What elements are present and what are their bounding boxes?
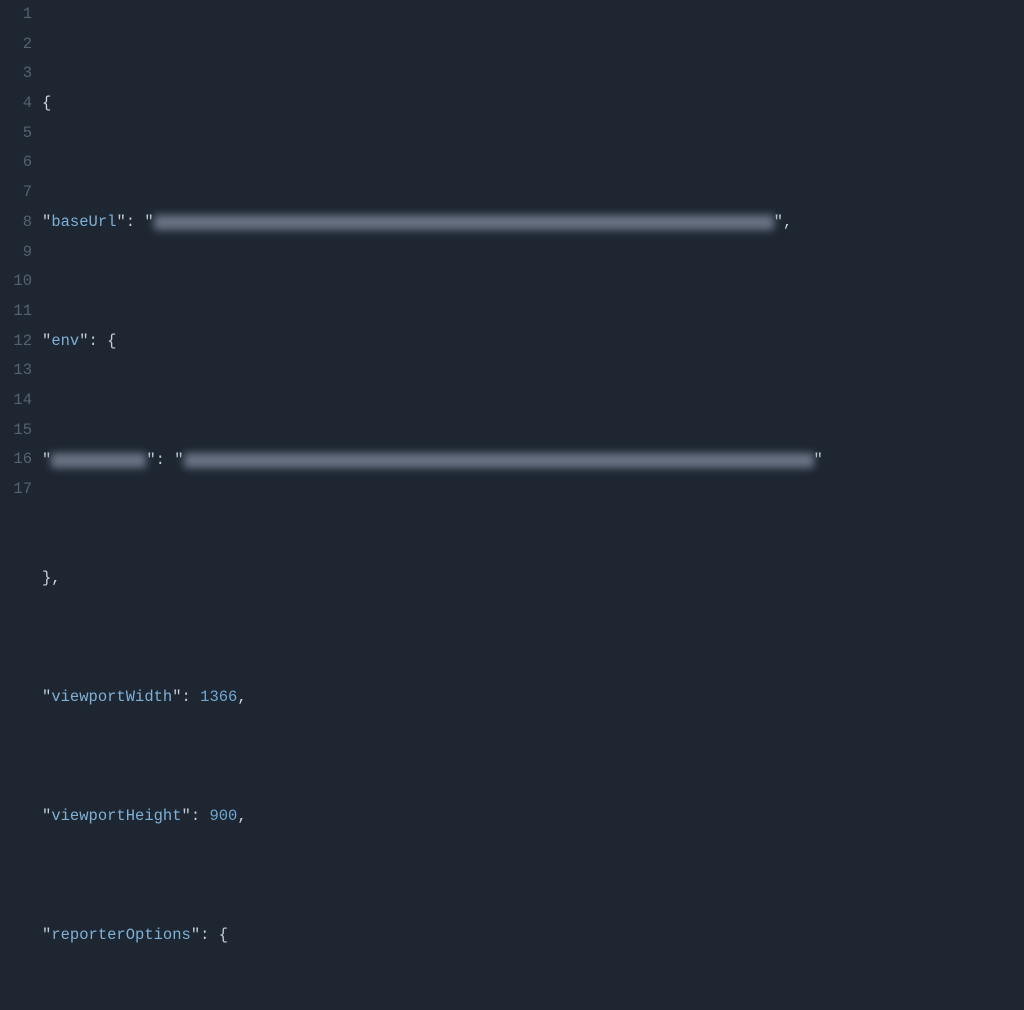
close-brace: },	[42, 564, 61, 594]
line-number: 7	[0, 178, 32, 208]
line-number: 8	[0, 208, 32, 238]
code-line: "baseUrl": "",	[42, 208, 1024, 238]
redacted-value	[154, 215, 774, 230]
line-number: 10	[0, 267, 32, 297]
line-number: 1	[0, 0, 32, 30]
code-line: "viewportHeight": 900,	[42, 802, 1024, 832]
code-line: "": ""	[42, 446, 1024, 476]
line-number: 14	[0, 386, 32, 416]
line-number: 16	[0, 445, 32, 475]
redacted-value	[184, 453, 814, 468]
line-number: 9	[0, 238, 32, 268]
open-brace: {	[42, 89, 51, 119]
code-line: "env": {	[42, 327, 1024, 357]
redacted-key	[51, 453, 146, 468]
code-editor[interactable]: 1 2 3 4 5 6 7 8 9 10 11 12 13 14 15 16 1…	[0, 0, 1024, 505]
code-line: "viewportWidth": 1366,	[42, 683, 1024, 713]
line-number: 5	[0, 119, 32, 149]
code-line: {	[42, 89, 1024, 119]
code-content[interactable]: { "baseUrl": "", "env": { "": "" }, "vie…	[42, 0, 1024, 505]
line-number-gutter: 1 2 3 4 5 6 7 8 9 10 11 12 13 14 15 16 1…	[0, 0, 42, 505]
key-env: env	[51, 327, 79, 357]
key-viewportwidth: viewportWidth	[51, 683, 172, 713]
line-number: 12	[0, 327, 32, 357]
line-number: 15	[0, 416, 32, 446]
code-line: "reporterOptions": {	[42, 921, 1024, 951]
line-number: 13	[0, 356, 32, 386]
value-viewportheight: 900	[209, 802, 237, 832]
line-number: 3	[0, 59, 32, 89]
key-viewportheight: viewportHeight	[51, 802, 181, 832]
line-number: 17	[0, 475, 32, 505]
value-viewportwidth: 1366	[200, 683, 237, 713]
line-number: 6	[0, 148, 32, 178]
key-reporteroptions: reporterOptions	[51, 921, 191, 951]
code-line: },	[42, 564, 1024, 594]
key-baseurl: baseUrl	[51, 208, 116, 238]
line-number: 2	[0, 30, 32, 60]
line-number: 4	[0, 89, 32, 119]
line-number: 11	[0, 297, 32, 327]
